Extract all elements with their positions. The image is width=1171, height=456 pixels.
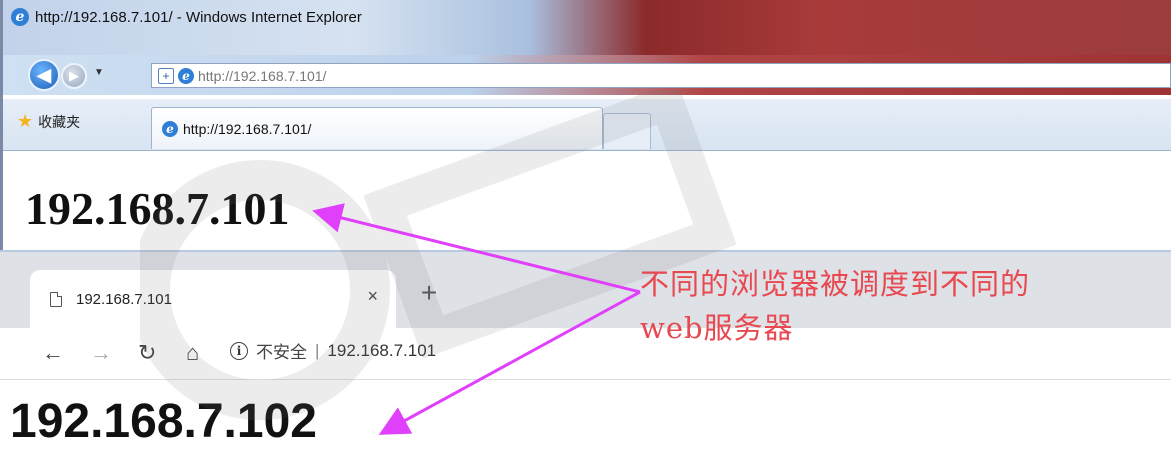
forward-arrow-icon[interactable]: ▶: [61, 63, 87, 89]
close-icon[interactable]: ×: [367, 286, 378, 307]
annotation-line2: web服务器: [640, 311, 794, 345]
ie-page-content: 192.168.7.101: [3, 152, 1171, 250]
compat-view-icon[interactable]: +: [158, 67, 174, 84]
chrome-page-ip: 192.168.7.102: [10, 395, 317, 448]
omnibox-url[interactable]: 192.168.7.101: [327, 341, 436, 361]
ie-title-group: e http://192.168.7.101/ - Windows Intern…: [11, 8, 362, 26]
omnibox[interactable]: i 不安全 | 192.168.7.101: [230, 338, 436, 363]
new-tab-button[interactable]: +: [412, 278, 446, 312]
site-ie-icon: e: [178, 67, 194, 84]
info-icon[interactable]: i: [230, 341, 248, 360]
ie-navbar: ◀ ▶ ▼ + e http://192.168.7.101/: [3, 55, 1171, 95]
omnibox-separator: |: [315, 340, 320, 360]
address-bar[interactable]: + e http://192.168.7.101/: [151, 63, 1171, 88]
reload-icon[interactable]: ↻: [138, 340, 156, 366]
annotation-callout: 不同的浏览器被调度到不同的 web服务器: [640, 262, 1030, 350]
page-icon: [50, 291, 62, 307]
chrome-tab-title: 192.168.7.101: [76, 290, 172, 308]
ie-new-tab-button[interactable]: [603, 113, 651, 149]
ie-page-ip: 192.168.7.101: [25, 183, 290, 234]
annotation-line1: 不同的浏览器被调度到不同的: [640, 267, 1031, 301]
ie-tabsbar: ★ 收藏夹 e http://192.168.7.101/: [3, 99, 1171, 151]
tab-ie-icon: e: [162, 120, 178, 137]
star-icon: ★: [17, 111, 34, 131]
chrome-page-content: 192.168.7.102: [0, 380, 1171, 456]
home-icon[interactable]: ⌂: [186, 340, 199, 366]
insecure-label: 不安全: [256, 343, 307, 362]
history-dropdown-icon[interactable]: ▼: [94, 67, 104, 78]
back-arrow-icon[interactable]: ←: [42, 340, 64, 366]
ie-titlebar: e http://192.168.7.101/ - Windows Intern…: [3, 0, 1171, 55]
window-title: http://192.168.7.101/ - Windows Internet…: [35, 8, 362, 26]
favorites-button[interactable]: ★ 收藏夹: [17, 111, 80, 132]
ie-logo-icon: e: [11, 8, 29, 26]
ie-tab[interactable]: e http://192.168.7.101/: [151, 107, 603, 149]
address-text[interactable]: http://192.168.7.101/: [198, 68, 326, 84]
favorites-label: 收藏夹: [38, 113, 81, 130]
ie-window: e http://192.168.7.101/ - Windows Intern…: [0, 0, 1171, 250]
ie-tab-title: http://192.168.7.101/: [183, 120, 312, 137]
forward-arrow-icon[interactable]: →: [90, 340, 112, 366]
back-arrow-icon[interactable]: ◀: [28, 59, 60, 91]
chrome-tab[interactable]: 192.168.7.101 ×: [30, 270, 396, 328]
